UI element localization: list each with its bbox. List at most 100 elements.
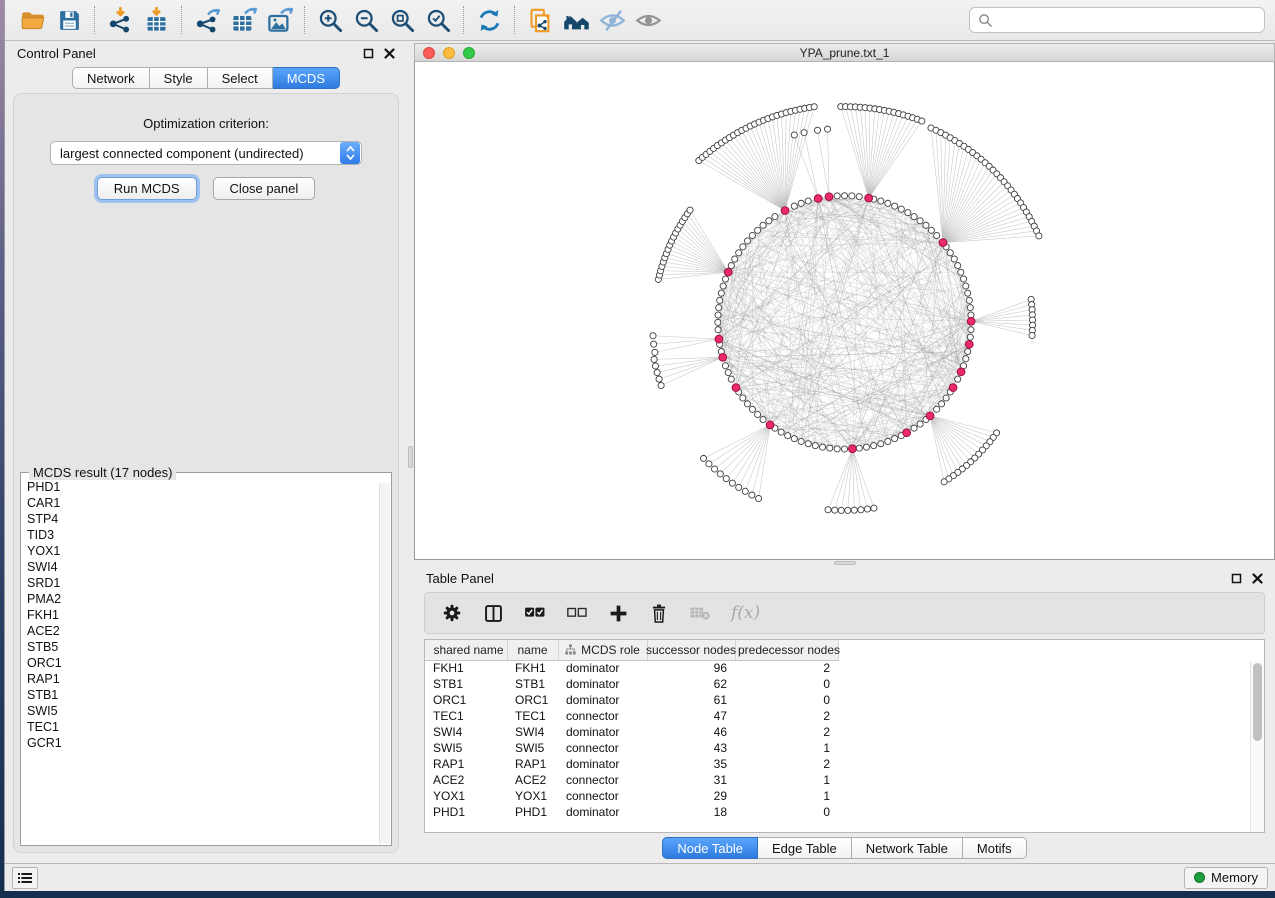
float-panel-icon[interactable]	[363, 48, 374, 59]
column-header-MCDS-role[interactable]: MCDS role	[558, 640, 647, 660]
import-table-icon[interactable]	[138, 4, 174, 36]
export-image-icon[interactable]	[261, 4, 297, 36]
result-node-item[interactable]: ORC1	[27, 655, 391, 671]
network-canvas[interactable]	[414, 62, 1275, 560]
column-header-shared-name[interactable]: shared name	[425, 640, 507, 660]
import-network-icon[interactable]	[102, 4, 138, 36]
table-settings-gear-icon[interactable]	[441, 602, 463, 624]
result-node-item[interactable]: FKH1	[27, 607, 391, 623]
save-session-icon[interactable]	[51, 4, 87, 36]
table-cell[interactable]: RAP1	[425, 756, 507, 772]
table-scrollbar[interactable]	[1250, 661, 1264, 832]
table-cell[interactable]: ORC1	[507, 692, 558, 708]
delete-icon[interactable]	[649, 603, 669, 624]
table-cell[interactable]: TEC1	[507, 708, 558, 724]
table-cell[interactable]: STB1	[507, 676, 558, 692]
table-cell[interactable]: 1	[735, 772, 838, 788]
result-node-item[interactable]: STB5	[27, 639, 391, 655]
select-all-icon[interactable]	[524, 604, 546, 622]
tab-mcds[interactable]: MCDS	[273, 67, 340, 89]
memory-button[interactable]: Memory	[1184, 867, 1268, 889]
table-cell[interactable]: 46	[647, 724, 735, 740]
mcds-result-list[interactable]: PHD1CAR1STP4TID3YOX1SWI4SRD1PMA2FKH1ACE2…	[21, 473, 391, 845]
table-cell[interactable]: 18	[647, 804, 735, 820]
optimization-criterion-select[interactable]: largest connected component (undirected)	[50, 141, 362, 165]
run-mcds-button[interactable]: Run MCDS	[97, 177, 197, 200]
table-cell[interactable]: YOX1	[425, 788, 507, 804]
show-column-icon[interactable]	[483, 603, 504, 624]
table-cell[interactable]: dominator	[558, 724, 647, 740]
table-row[interactable]: SWI5SWI5connector431	[425, 740, 838, 756]
table-cell[interactable]: 1	[735, 788, 838, 804]
zoom-out-icon[interactable]	[348, 4, 384, 36]
table-cell[interactable]: 43	[647, 740, 735, 756]
scrollbar-thumb[interactable]	[1253, 663, 1262, 741]
table-cell[interactable]: dominator	[558, 660, 647, 676]
refresh-icon[interactable]	[471, 4, 507, 36]
column-header-name[interactable]: name	[507, 640, 558, 660]
tab-motifs[interactable]: Motifs	[963, 837, 1027, 859]
tab-network[interactable]: Network	[72, 67, 150, 89]
table-cell[interactable]: FKH1	[425, 660, 507, 676]
float-panel-icon[interactable]	[1231, 573, 1242, 584]
table-cell[interactable]: ACE2	[507, 772, 558, 788]
table-cell[interactable]: 2	[735, 724, 838, 740]
result-node-item[interactable]: SRD1	[27, 575, 391, 591]
table-row[interactable]: RAP1RAP1dominator352	[425, 756, 838, 772]
table-cell[interactable]: TEC1	[425, 708, 507, 724]
column-header-predecessor-nodes[interactable]: predecessor nodes	[735, 640, 838, 660]
result-node-item[interactable]: STP4	[27, 511, 391, 527]
result-node-item[interactable]: CAR1	[27, 495, 391, 511]
horizontal-splitter[interactable]	[414, 560, 1275, 566]
result-node-item[interactable]: TEC1	[27, 719, 391, 735]
table-row[interactable]: SWI4SWI4dominator462	[425, 724, 838, 740]
graph-nodes[interactable]	[650, 104, 1042, 514]
search-input[interactable]	[969, 7, 1265, 33]
table-cell[interactable]: 61	[647, 692, 735, 708]
table-cell[interactable]: FKH1	[507, 660, 558, 676]
table-cell[interactable]: PHD1	[507, 804, 558, 820]
show-all-icon[interactable]	[630, 4, 666, 36]
node-table-header[interactable]: shared namenameMCDS rolesuccessor nodesp…	[425, 640, 838, 660]
result-node-item[interactable]: ACE2	[27, 623, 391, 639]
table-cell[interactable]: SWI4	[507, 724, 558, 740]
table-cell[interactable]: ORC1	[425, 692, 507, 708]
node-table-body[interactable]: FKH1FKH1dominator962STB1STB1dominator620…	[425, 660, 838, 820]
table-cell[interactable]: dominator	[558, 676, 647, 692]
zoom-fit-icon[interactable]	[384, 4, 420, 36]
node-table-container[interactable]: shared namenameMCDS rolesuccessor nodesp…	[424, 639, 1265, 833]
result-node-item[interactable]: PMA2	[27, 591, 391, 607]
search-field[interactable]	[999, 13, 1256, 28]
table-cell[interactable]: connector	[558, 788, 647, 804]
table-row[interactable]: FKH1FKH1dominator962	[425, 660, 838, 676]
table-row[interactable]: ORC1ORC1dominator610	[425, 692, 838, 708]
result-node-item[interactable]: SWI4	[27, 559, 391, 575]
table-cell[interactable]: 1	[735, 740, 838, 756]
table-cell[interactable]: 2	[735, 756, 838, 772]
result-node-item[interactable]: PHD1	[27, 479, 391, 495]
table-cell[interactable]: PHD1	[425, 804, 507, 820]
table-cell[interactable]: connector	[558, 708, 647, 724]
table-cell[interactable]: 29	[647, 788, 735, 804]
table-row[interactable]: PHD1PHD1dominator180	[425, 804, 838, 820]
table-cell[interactable]: dominator	[558, 804, 647, 820]
table-cell[interactable]: 96	[647, 660, 735, 676]
zoom-in-icon[interactable]	[312, 4, 348, 36]
table-cell[interactable]: 62	[647, 676, 735, 692]
close-panel-icon[interactable]	[384, 48, 395, 59]
table-cell[interactable]: dominator	[558, 756, 647, 772]
result-scrollbar[interactable]	[379, 483, 390, 844]
result-node-item[interactable]: RAP1	[27, 671, 391, 687]
table-cell[interactable]: 2	[735, 708, 838, 724]
table-cell[interactable]: SWI5	[507, 740, 558, 756]
export-table-icon[interactable]	[225, 4, 261, 36]
result-node-item[interactable]: TID3	[27, 527, 391, 543]
table-cell[interactable]: 0	[735, 692, 838, 708]
hide-selected-icon[interactable]	[594, 4, 630, 36]
result-node-item[interactable]: SWI5	[27, 703, 391, 719]
splitter-grip[interactable]	[408, 446, 413, 468]
table-cell[interactable]: connector	[558, 772, 647, 788]
table-cell[interactable]: ACE2	[425, 772, 507, 788]
close-panel-button[interactable]: Close panel	[213, 177, 316, 200]
result-node-item[interactable]: GCR1	[27, 735, 391, 751]
